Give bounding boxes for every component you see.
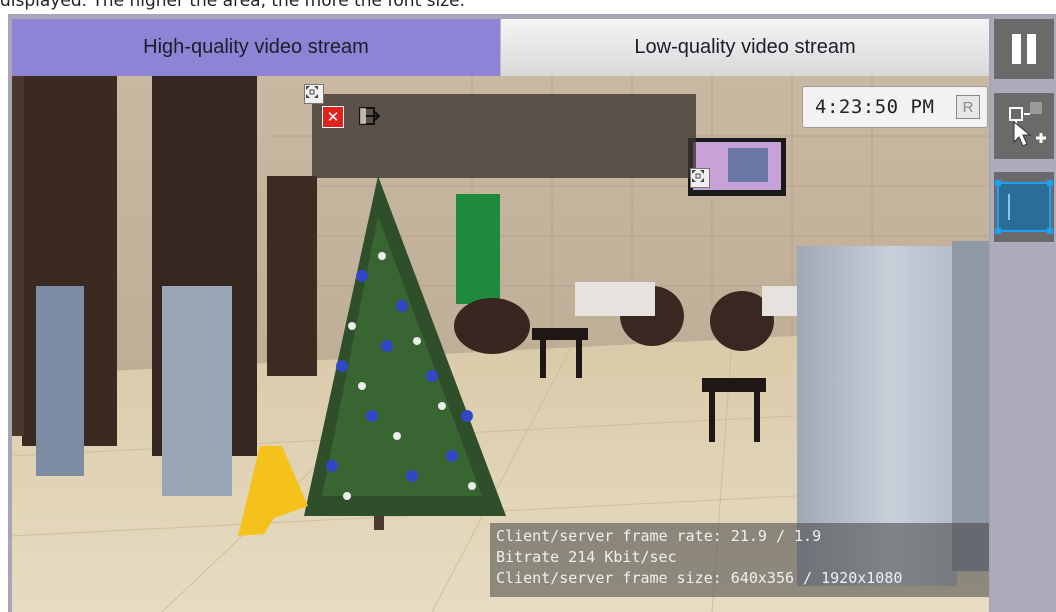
timestamp-text: 4:23:50 PM [815,96,935,118]
add-region-button[interactable] [994,93,1054,159]
document-caption: displayed. The higher the area, the more… [0,0,466,11]
mask-bottom-right-resize-handle[interactable] [690,168,710,188]
frame-rate-text: Client/server frame rate: 21.9 / 1.9 [496,527,822,545]
video-viewer: High-quality video stream Low-quality vi… [8,14,1056,612]
tab-high-quality-stream[interactable]: High-quality video stream [12,19,500,76]
bitrate-text: Bitrate 214 Kbit/sec [496,548,677,566]
region-select-button[interactable] [994,172,1054,242]
resize-arrows-icon [306,86,318,98]
stream-tabs: High-quality video stream Low-quality vi… [12,19,989,76]
tab-low-quality-stream[interactable]: Low-quality video stream [500,19,989,76]
stream-stats-overlay: Client/server frame rate: 21.9 / 1.9 Bit… [490,523,989,597]
mask-top-left-resize-handle[interactable] [304,84,324,104]
region-select-icon [995,180,1053,234]
close-icon: ✕ [326,108,340,126]
pause-button[interactable] [994,19,1054,79]
realtime-button[interactable]: R [956,95,980,119]
camera-video-frame[interactable]: ✕ 4:23:50 PM R Client/server frame rate:… [12,76,989,612]
timestamp-display: 4:23:50 PM R [802,86,988,128]
delete-mask-button[interactable]: ✕ [322,106,344,128]
right-toolbar [991,19,1056,612]
frame-size-text: Client/server frame size: 640x356 / 1920… [496,569,903,587]
resize-arrows-icon [692,170,704,182]
mask-move-button[interactable] [359,106,381,126]
move-arrows-icon [359,107,381,125]
add-region-icon [1009,102,1046,147]
pause-icon [1012,34,1036,64]
